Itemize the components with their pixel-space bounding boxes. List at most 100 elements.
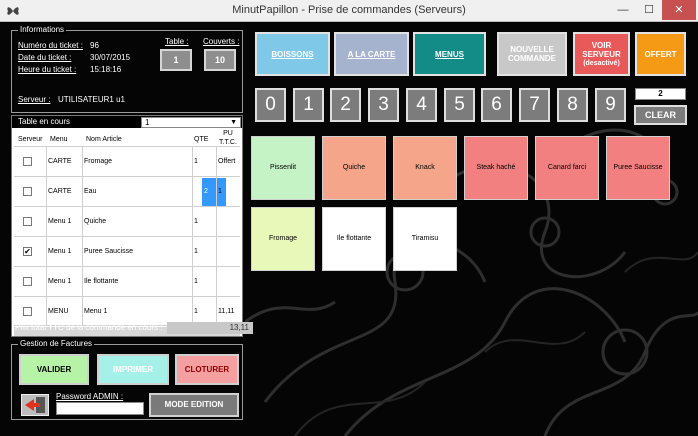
cloturer-button[interactable]: CLOTURER	[175, 354, 239, 385]
nouvelle-commande-label: NOUVELLE COMMANDE	[508, 45, 556, 63]
ticket-number-label: Numéro du ticket :	[18, 41, 83, 50]
nouvelle-commande-button[interactable]: NOUVELLE COMMANDE	[497, 32, 567, 76]
row-checkbox[interactable]	[23, 277, 32, 286]
couverts-box[interactable]: 10	[204, 49, 236, 71]
window-title: MinutPapillon - Prise de commandes (Serv…	[232, 4, 466, 16]
table-row[interactable]: ✔ Menu 1 Puree Saucisse 1	[14, 236, 240, 266]
ticket-time-value: 15:18:16	[90, 65, 122, 74]
boissons-button[interactable]: BOISSONS	[255, 32, 330, 76]
row-checkbox[interactable]	[23, 157, 32, 166]
close-button[interactable]: ✕	[662, 0, 696, 20]
password-label: Password ADMIN :	[56, 392, 124, 401]
column-header-pu: PU T.T.C.	[219, 130, 237, 146]
ticket-time-label: Heure du ticket :	[18, 65, 77, 74]
product-ile-flottante[interactable]: Ile flottante	[322, 207, 386, 271]
row-qte-selected[interactable]: 2	[202, 178, 226, 206]
row-article: Puree Saucisse	[84, 248, 134, 255]
chevron-down-icon: ▼	[230, 119, 237, 126]
product-pissenlit[interactable]: Pissenlit	[251, 136, 315, 200]
product-steak-hache[interactable]: Steak haché	[464, 136, 528, 200]
exit-icon[interactable]	[21, 394, 49, 416]
digit-3-button[interactable]: 3	[368, 88, 399, 122]
row-menu: Menu 1	[48, 278, 72, 285]
offert-button[interactable]: OFFERT	[635, 32, 686, 76]
column-divider	[82, 146, 83, 326]
password-input[interactable]	[56, 402, 144, 415]
row-pu: Offert	[218, 158, 236, 165]
valider-button[interactable]: VALIDER	[19, 354, 89, 385]
digit-1-button[interactable]: 1	[293, 88, 324, 122]
menus-button[interactable]: MENUS	[413, 32, 486, 76]
digit-8-button[interactable]: 8	[557, 88, 588, 122]
ticket-date-value: 30/07/2015	[90, 53, 131, 62]
product-fromage[interactable]: Fromage	[251, 207, 315, 271]
row-checkbox[interactable]	[23, 307, 32, 316]
table-row[interactable]: Menu 1 Ile flottante 1	[14, 266, 240, 296]
voir-serveur-sub: (desactivé)	[583, 59, 620, 67]
product-knack[interactable]: Knack	[393, 136, 457, 200]
order-table-header: Table en cours 1 ▼	[12, 116, 242, 128]
row-article: Ile flottante	[84, 278, 119, 285]
informations-panel: Informations Numéro du ticket : 96 Date …	[11, 25, 243, 113]
minimize-button[interactable]: —	[610, 0, 636, 20]
table-number-box[interactable]: 1	[160, 49, 192, 71]
factures-legend: Gestion de Factures	[18, 339, 95, 348]
table-label: Table :	[165, 37, 189, 46]
column-divider	[46, 146, 47, 326]
total-label: Prix total TTC de la commande en cours :	[15, 323, 163, 332]
product-canard-farci[interactable]: Canard farci	[535, 136, 599, 200]
column-divider	[192, 146, 193, 326]
menus-label: MENUS	[435, 49, 464, 59]
imprimer-button[interactable]: IMPRIMER	[97, 354, 169, 385]
row-article: Quiche	[84, 218, 107, 225]
digit-7-button[interactable]: 7	[519, 88, 550, 122]
table-en-cours-label: Table en cours	[18, 117, 71, 126]
row-qte: 1	[194, 248, 198, 255]
digit-6-button[interactable]: 6	[481, 88, 512, 122]
digit-4-button[interactable]: 4	[406, 88, 437, 122]
a-la-carte-label: A LA CARTE	[347, 49, 396, 59]
ticket-number-value: 96	[90, 41, 99, 50]
digit-5-button[interactable]: 5	[444, 88, 475, 122]
informations-legend: Informations	[18, 25, 67, 34]
row-qte: 1	[194, 158, 198, 165]
voir-serveur-button[interactable]: VOIR SERVEUR (desactivé)	[573, 32, 630, 76]
table-row[interactable]: Menu 1 Quiche 1	[14, 206, 240, 236]
main-area: Informations Numéro du ticket : 96 Date …	[0, 22, 698, 436]
row-menu: Menu 1	[48, 248, 72, 255]
total-bar: Prix total TTC de la commande en cours :…	[11, 321, 253, 335]
digit-2-button[interactable]: 2	[330, 88, 361, 122]
voir-serveur-label: VOIR SERVEUR	[582, 40, 621, 59]
row-qte: 1	[194, 278, 198, 285]
row-menu: CARTE	[48, 188, 72, 195]
row-checkbox[interactable]	[23, 187, 32, 196]
serveur-value: UTILISATEUR1 u1	[58, 95, 125, 104]
row-menu: CARTE	[48, 158, 72, 165]
row-qte: 1	[194, 218, 198, 225]
product-tiramisu[interactable]: Tiramisu	[393, 207, 457, 271]
row-pu: 1	[218, 188, 222, 195]
table-select[interactable]: 1 ▼	[141, 117, 241, 128]
product-puree-saucisse[interactable]: Puree Saucisse	[606, 136, 670, 200]
row-checkbox-checked[interactable]: ✔	[23, 247, 32, 256]
quantity-display[interactable]: 2	[635, 88, 686, 100]
order-table-panel: Table en cours 1 ▼ Serveur Menu Nom Arti…	[11, 115, 243, 337]
table-select-value: 1	[145, 118, 150, 127]
product-quiche[interactable]: Quiche	[322, 136, 386, 200]
total-value: 13,11	[167, 322, 253, 334]
clear-button[interactable]: CLEAR	[634, 105, 687, 125]
boissons-label: BOISSONS	[271, 49, 314, 59]
maximize-button[interactable]: ☐	[636, 0, 662, 20]
row-article: Fromage	[84, 158, 113, 165]
table-row[interactable]: CARTE Fromage 1 Offert	[14, 146, 240, 176]
mode-edition-button[interactable]: MODE EDITION	[149, 393, 239, 417]
digit-9-button[interactable]: 9	[595, 88, 626, 122]
row-checkbox[interactable]	[23, 217, 32, 226]
table-row[interactable]: CARTE Eau 2 1	[14, 176, 240, 206]
offert-label: OFFERT	[644, 49, 677, 59]
ticket-date-label: Date du ticket :	[18, 53, 72, 62]
digit-0-button[interactable]: 0	[255, 88, 286, 122]
a-la-carte-button[interactable]: A LA CARTE	[334, 32, 409, 76]
row-article: Eau	[84, 188, 97, 195]
couverts-label: Couverts :	[203, 37, 240, 46]
